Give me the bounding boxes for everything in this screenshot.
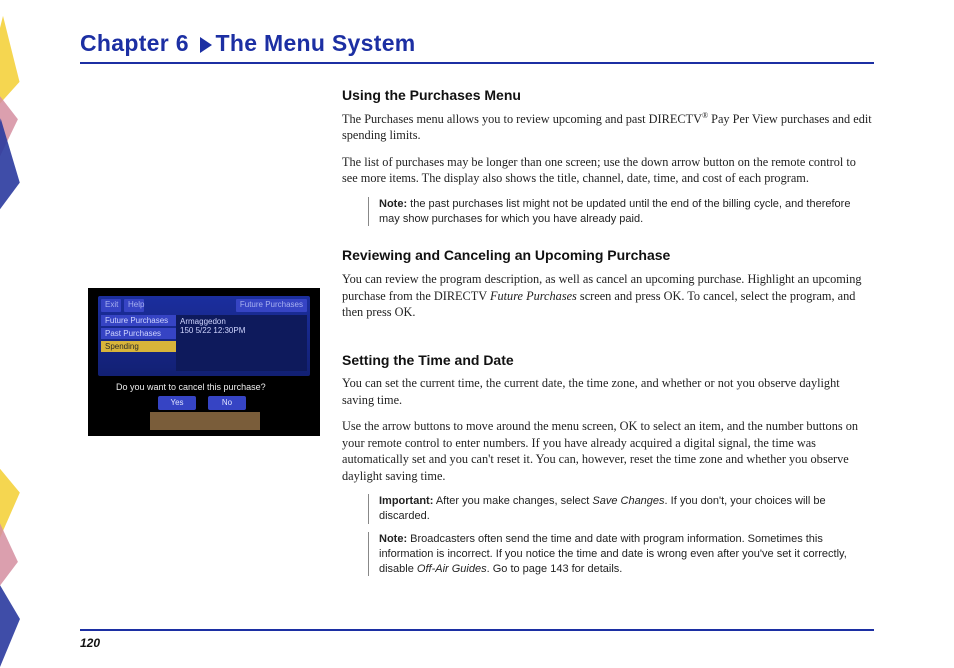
page-left-decor [0, 0, 60, 668]
note-text: the past purchases list might not be upd… [379, 198, 850, 225]
ss-header-right: Future Purchases [236, 299, 307, 312]
main-column: Using the Purchases Menu The Purchases m… [342, 82, 872, 626]
note-label: Note: [379, 198, 407, 210]
reviewing-para-1: You can review the program description, … [342, 271, 872, 320]
chapter-title: Chapter 6 The Menu System [80, 30, 874, 64]
ss-detail-title: Armaggedon [180, 317, 303, 326]
chevron-right-icon [200, 37, 212, 53]
text: . Go to page 143 for details. [487, 563, 623, 575]
ss-no-button: No [208, 396, 246, 410]
page-footer: 120 [80, 629, 874, 652]
note-label: Note: [379, 533, 407, 545]
save-changes-italic: Save Changes [592, 495, 664, 507]
ss-video-thumbnail [150, 412, 260, 430]
ss-detail-info: 150 5/22 12:30PM [180, 326, 303, 335]
ss-help: Help [124, 299, 144, 312]
chapter-name: The Menu System [216, 30, 416, 56]
text: After you make changes, select [433, 495, 592, 507]
purchases-para-1: The Purchases menu allows you to review … [342, 111, 872, 144]
heading-reviewing: Reviewing and Canceling an Upcoming Purc… [342, 246, 872, 265]
time-para-2: Use the arrow buttons to move around the… [342, 418, 872, 484]
page-number: 120 [80, 636, 100, 650]
side-column: Exit Help Future Purchases Future Purcha… [84, 82, 324, 626]
ss-question: Do you want to cancel this purchase? [116, 382, 292, 392]
heading-time: Setting the Time and Date [342, 351, 872, 370]
heading-purchases: Using the Purchases Menu [342, 86, 872, 105]
purchases-para-2: The list of purchases may be longer than… [342, 154, 872, 187]
important-label: Important: [379, 495, 433, 507]
text: The Purchases menu allows you to review … [342, 112, 702, 126]
future-purchases-italic: Future Purchases [490, 289, 577, 303]
time-important: Important: After you make changes, selec… [368, 494, 872, 524]
purchases-note: Note: the past purchases list might not … [368, 197, 872, 227]
time-para-1: You can set the current time, the curren… [342, 375, 872, 408]
tv-screenshot: Exit Help Future Purchases Future Purcha… [88, 288, 320, 436]
time-note: Note: Broadcasters often send the time a… [368, 532, 872, 577]
ss-exit: Exit [101, 299, 121, 312]
ss-detail: Armaggedon 150 5/22 12:30PM [176, 315, 307, 371]
off-air-guides-italic: Off-Air Guides [417, 563, 487, 575]
ss-yes-button: Yes [158, 396, 196, 410]
chapter-prefix: Chapter 6 [80, 30, 189, 56]
